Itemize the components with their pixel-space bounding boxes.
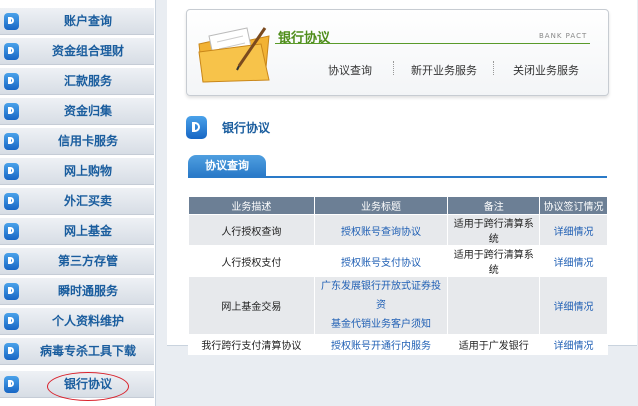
nav-separator: [393, 61, 395, 75]
sidebar-item-fund-portfolio[interactable]: 资金组合理财: [0, 38, 154, 65]
banner: 银行协议 BANK PACT 协议查询 新开业务服务 关闭业务服务: [186, 9, 609, 96]
tab-agreement-query[interactable]: 协议查询: [188, 155, 266, 176]
nav-open-service[interactable]: 新开业务服务: [411, 62, 477, 78]
nav-separator: [493, 61, 495, 75]
sidebar-item-label: 病毒专杀工具下载: [39, 344, 136, 358]
bank-logo-icon: [4, 103, 19, 120]
details-link[interactable]: 详细情况: [539, 276, 608, 335]
bank-logo-icon: [4, 376, 19, 393]
table-header-row: 业务描述 业务标题 备注 协议签订情况: [188, 196, 608, 215]
table-row: 我行跨行支付清算协议 授权账号开通行内服务 适用于广发银行 详细情况: [188, 334, 608, 355]
sidebar-item-label: 账户查询: [63, 14, 112, 28]
bank-logo-icon: [4, 343, 19, 360]
cell-note: 适用于跨行清算系统: [447, 245, 541, 277]
cell-note: 适用于跨行清算系统: [447, 214, 541, 246]
sidebar-item-online-shopping[interactable]: 网上购物: [0, 158, 154, 185]
column-header: 备注: [447, 196, 541, 215]
bank-logo-icon: [4, 193, 19, 210]
column-header: 协议签订情况: [539, 196, 608, 215]
sidebar-item-instant-service[interactable]: 瞬时通服务: [0, 278, 154, 305]
banner-divider: [275, 43, 590, 44]
cell-description: 网上基金交易: [188, 276, 315, 335]
tab-underline: [188, 176, 607, 178]
sidebar-item-antivirus-download[interactable]: 病毒专杀工具下载: [0, 338, 154, 365]
bank-logo-icon: [4, 43, 19, 60]
sidebar-item-fund-collection[interactable]: 资金归集: [0, 98, 154, 125]
cell-description: 人行授权支付: [188, 245, 315, 277]
agreement-table: 业务描述 业务标题 备注 协议签订情况 人行授权查询 授权账号查询协议 适用于跨…: [188, 196, 608, 355]
sidebar-item-label: 信用卡服务: [57, 134, 118, 148]
table-row: 人行授权支付 授权账号支付协议 适用于跨行清算系统 详细情况: [188, 245, 608, 277]
agreement-title-link[interactable]: 授权账号开通行内服务: [313, 334, 449, 355]
column-header: 业务标题: [313, 196, 449, 215]
sidebar-item-profile[interactable]: 个人资料维护: [0, 308, 154, 335]
table-row: 网上基金交易 广东发展银行开放式证券投资 基金代销业务客户须知 详细情况: [188, 276, 608, 335]
nav-close-service[interactable]: 关闭业务服务: [513, 62, 579, 78]
sidebar-item-label: 外汇买卖: [63, 194, 112, 208]
bank-logo-icon: [4, 13, 19, 30]
sidebar-item-credit-card[interactable]: 信用卡服务: [0, 128, 154, 155]
bank-logo-icon: [186, 116, 207, 139]
section-title: 银行协议: [222, 121, 271, 135]
bank-logo-icon: [4, 133, 19, 150]
agreement-title-link[interactable]: 广东发展银行开放式证券投资 基金代销业务客户须知: [313, 276, 449, 335]
bank-logo-icon: [4, 163, 19, 180]
sidebar-item-label: 银行协议: [63, 377, 112, 391]
sidebar-item-account-query[interactable]: 账户查询: [0, 8, 154, 35]
banner-subtitle: BANK PACT: [539, 32, 588, 40]
agreement-title-link[interactable]: 授权账号支付协议: [313, 245, 449, 277]
agreement-title-link[interactable]: 授权账号查询协议: [313, 214, 449, 246]
sidebar-item-third-party-custody[interactable]: 第三方存管: [0, 248, 154, 275]
agreement-title-line: 广东发展银行开放式证券投资: [321, 281, 442, 311]
nav-agreement-query[interactable]: 协议查询: [328, 62, 372, 78]
sidebar-item-label: 网上购物: [63, 164, 112, 178]
details-link[interactable]: 详细情况: [539, 245, 608, 277]
bank-logo-icon: [4, 283, 19, 300]
details-link[interactable]: 详细情况: [539, 214, 608, 246]
bank-logo-icon: [4, 223, 19, 240]
sidebar-item-label: 资金归集: [63, 104, 112, 118]
bank-logo-icon: [4, 313, 19, 330]
sidebar-item-label: 汇款服务: [63, 74, 112, 88]
details-link[interactable]: 详细情况: [539, 334, 608, 355]
column-header: 业务描述: [188, 196, 315, 215]
cell-note: 适用于广发银行: [447, 334, 541, 355]
sidebar-menu: 账户查询 资金组合理财 汇款服务 资金归集 信用卡服务 网上购物 外汇买卖 网上…: [0, 0, 156, 406]
sidebar-item-label: 第三方存管: [57, 254, 118, 268]
sidebar-item-forex[interactable]: 外汇买卖: [0, 188, 154, 215]
table-row: 人行授权查询 授权账号查询协议 适用于跨行清算系统 详细情况: [188, 214, 608, 246]
bank-logo-icon: [4, 253, 19, 270]
sidebar-item-label: 个人资料维护: [51, 314, 124, 328]
sidebar-item-label: 资金组合理财: [51, 44, 124, 58]
sidebar-item-bank-agreement[interactable]: 银行协议: [0, 371, 154, 398]
agreement-title-line: 基金代销业务客户须知: [331, 319, 432, 330]
sidebar-item-label: 网上基金: [63, 224, 112, 238]
bank-logo-icon: [4, 73, 19, 90]
folder-pencil-icon: [198, 27, 270, 83]
cell-note: [447, 276, 541, 335]
cell-description: 我行跨行支付清算协议: [188, 334, 315, 355]
sidebar-item-online-fund[interactable]: 网上基金: [0, 218, 154, 245]
sidebar-item-label: 瞬时通服务: [57, 284, 118, 298]
sidebar-item-remittance[interactable]: 汇款服务: [0, 68, 154, 95]
cell-description: 人行授权查询: [188, 214, 315, 246]
